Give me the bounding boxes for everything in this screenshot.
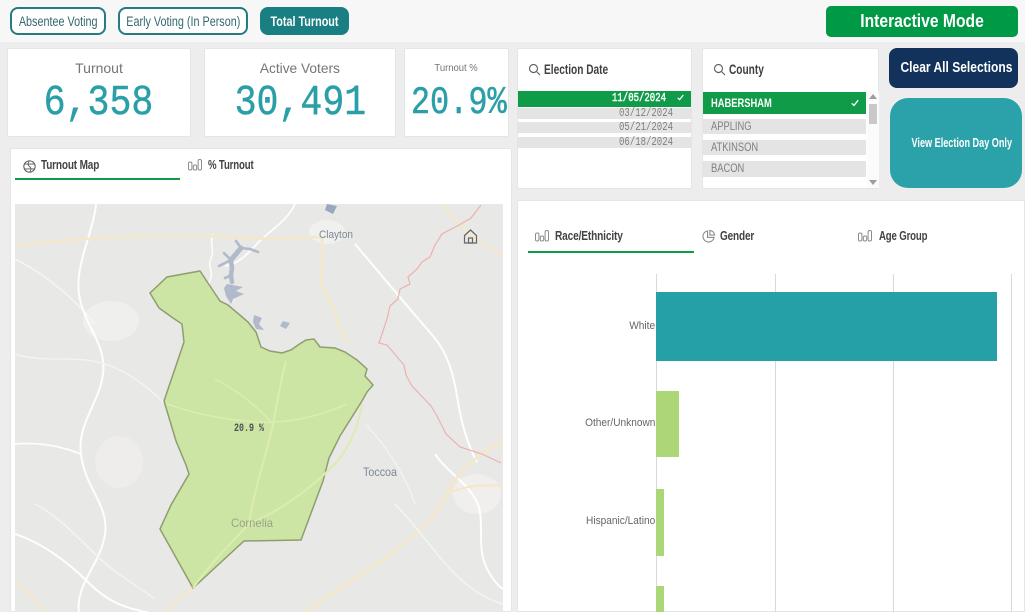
svg-text:Clayton: Clayton (319, 229, 353, 241)
svg-text:Cornelia: Cornelia (231, 516, 273, 530)
svg-text:20.9 %: 20.9 % (234, 423, 264, 435)
svg-text:Toccoa: Toccoa (363, 465, 397, 479)
